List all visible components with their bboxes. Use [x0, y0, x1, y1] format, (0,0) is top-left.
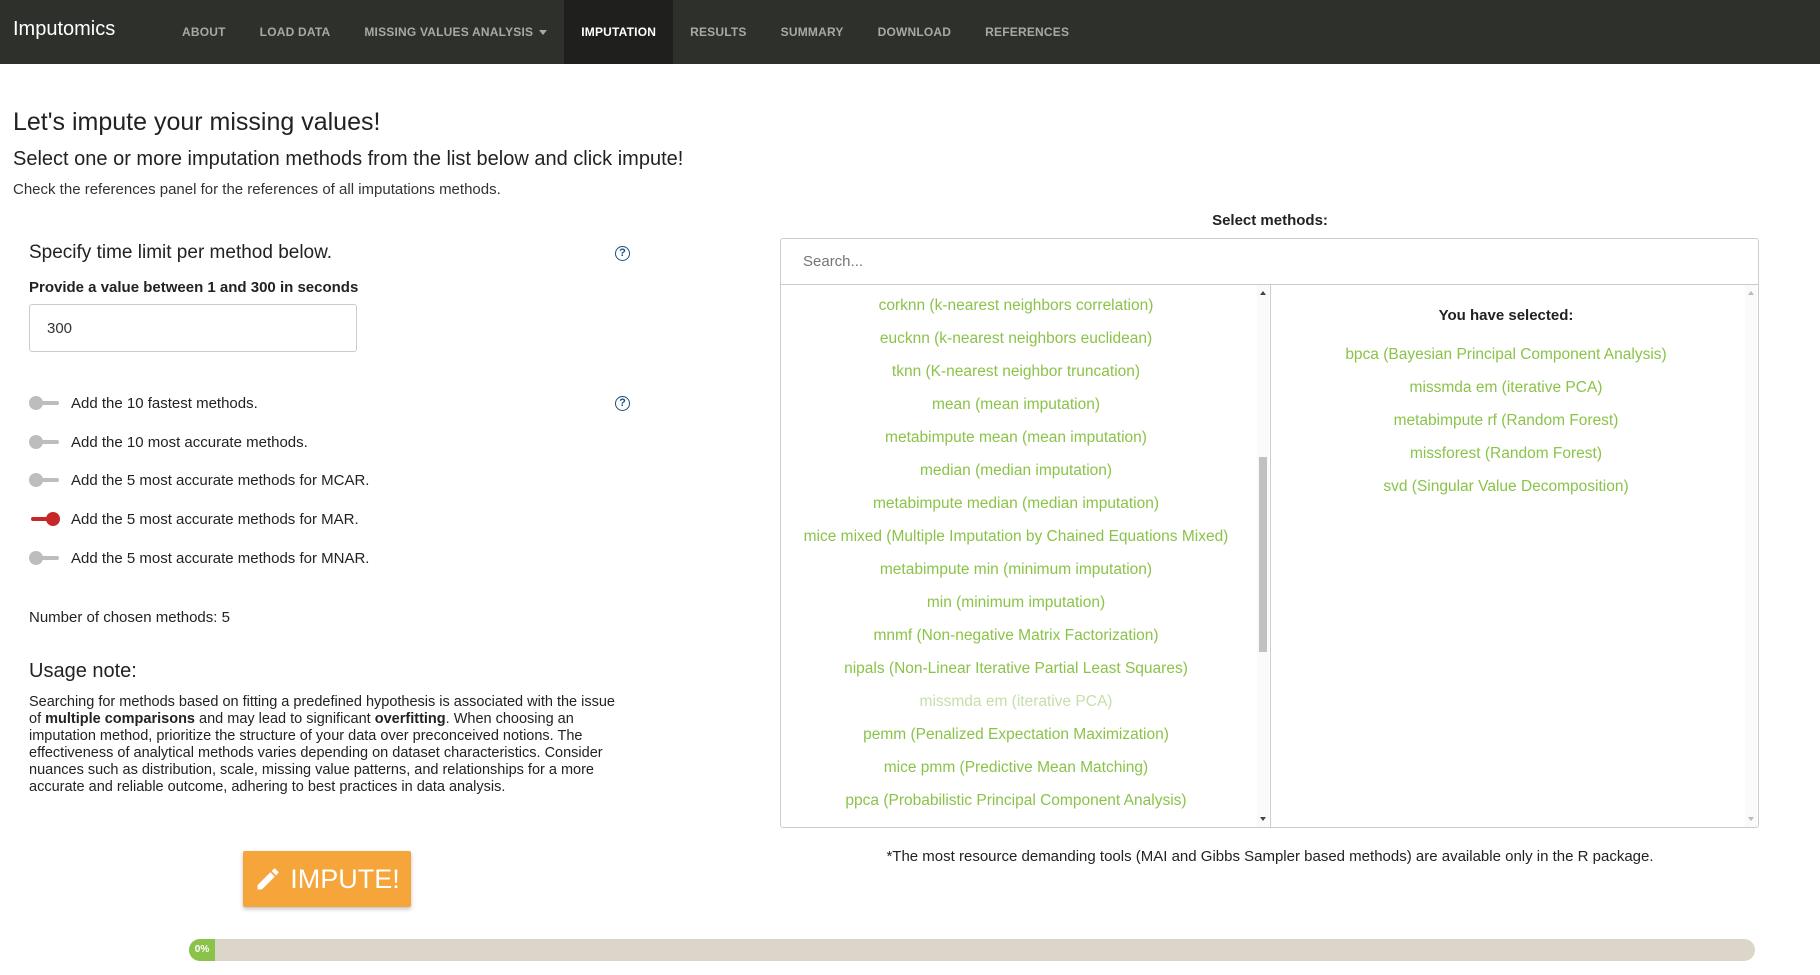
- scroll-up-icon[interactable]: [1260, 291, 1266, 295]
- time-limit-title: Specify time limit per method below.: [29, 242, 333, 263]
- nav-label: DOWNLOAD: [877, 25, 952, 39]
- pencil-icon: [257, 868, 279, 890]
- nav-label: LOAD DATA: [259, 25, 331, 39]
- impute-button-label: IMPUTE!: [290, 863, 400, 894]
- selected-item[interactable]: bpca (Bayesian Principal Component Analy…: [1271, 346, 1741, 364]
- switch-label: Add the 5 most accurate methods for MNAR…: [71, 549, 370, 567]
- nav-item-about[interactable]: ABOUT: [165, 0, 243, 64]
- switch-accurate-10[interactable]: Add the 10 most accurate methods.: [29, 433, 308, 451]
- method-multiselect: corknn (k-nearest neighbors correlation)…: [780, 238, 1759, 828]
- nav-label: IMPUTATION: [581, 25, 657, 39]
- switch-label: Add the 10 most accurate methods.: [71, 433, 308, 451]
- navbar: Imputomics ABOUT LOAD DATA MISSING VALUE…: [0, 0, 1820, 64]
- usage-note-text: Searching for methods based on fitting a…: [29, 694, 615, 795]
- list-item[interactable]: corknn (k-nearest neighbors correlation): [781, 297, 1251, 315]
- list-item[interactable]: metabimpute mean (mean imputation): [781, 429, 1251, 447]
- toggle-switch[interactable]: [29, 433, 61, 451]
- help-icon[interactable]: ?: [615, 246, 630, 261]
- selected-item[interactable]: missforest (Random Forest): [1271, 445, 1741, 463]
- nav-label: MISSING VALUES ANALYSIS: [364, 25, 534, 39]
- selected-item[interactable]: svd (Singular Value Decomposition): [1271, 478, 1741, 496]
- brand-logo[interactable]: Imputomics: [13, 18, 115, 41]
- scroll-up-icon[interactable]: [1748, 291, 1754, 295]
- list-item[interactable]: median (median imputation): [781, 462, 1251, 480]
- selected-list-scrollbar[interactable]: [1745, 285, 1757, 827]
- list-item[interactable]: mice pmm (Predictive Mean Matching): [781, 759, 1251, 777]
- scrollbar-thumb[interactable]: [1259, 457, 1267, 652]
- progress-bar: 0%: [189, 939, 1755, 961]
- list-item[interactable]: metabimpute median (median imputation): [781, 495, 1251, 513]
- scroll-down-icon[interactable]: [1748, 817, 1754, 821]
- list-item[interactable]: mean (mean imputation): [781, 396, 1251, 414]
- list-item[interactable]: ppca (Probabilistic Principal Component …: [781, 792, 1251, 810]
- nav-item-missing-values-analysis[interactable]: MISSING VALUES ANALYSIS: [347, 0, 564, 64]
- nav-item-results[interactable]: RESULTS: [673, 0, 764, 64]
- switch-label: Add the 5 most accurate methods for MCAR…: [71, 471, 370, 489]
- caret-down-icon: [539, 29, 548, 35]
- toggle-switch[interactable]: [29, 510, 61, 528]
- switch-accurate-mar[interactable]: Add the 5 most accurate methods for MAR.: [29, 510, 359, 528]
- help-icon[interactable]: ?: [615, 396, 630, 411]
- switch-fastest-10[interactable]: Add the 10 fastest methods.: [29, 394, 258, 412]
- nav-label: REFERENCES: [985, 25, 1070, 39]
- nav-item-summary[interactable]: SUMMARY: [764, 0, 861, 64]
- available-methods-list[interactable]: corknn (k-nearest neighbors correlation)…: [781, 285, 1271, 827]
- list-item-disabled: missmda em (iterative PCA): [919, 693, 1113, 710]
- progress-fill: 0%: [189, 939, 215, 961]
- chosen-methods-count: Number of chosen methods: 5: [29, 609, 230, 626]
- page-note: Check the references panel for the refer…: [13, 181, 501, 198]
- scroll-down-icon[interactable]: [1260, 817, 1266, 821]
- time-limit-input[interactable]: [29, 304, 357, 352]
- toggle-switch[interactable]: [29, 394, 61, 412]
- nav-label: ABOUT: [182, 25, 226, 39]
- toggle-switch[interactable]: [29, 471, 61, 489]
- list-item[interactable]: pemm (Penalized Expectation Maximization…: [781, 726, 1251, 744]
- select-methods-label: Select methods:: [1212, 212, 1328, 229]
- usage-note-title: Usage note:: [29, 660, 137, 682]
- list-item[interactable]: nipals (Non-Linear Iterative Partial Lea…: [781, 660, 1251, 678]
- switch-accurate-mnar[interactable]: Add the 5 most accurate methods for MNAR…: [29, 549, 369, 567]
- page-title: Let's impute your missing values!: [13, 108, 381, 136]
- nav-menu: ABOUT LOAD DATA MISSING VALUES ANALYSIS …: [165, 0, 1086, 64]
- nav-label: SUMMARY: [780, 25, 844, 39]
- selected-methods-title: You have selected:: [1438, 307, 1574, 324]
- nav-item-load-data[interactable]: LOAD DATA: [243, 0, 348, 64]
- switch-label: Add the 5 most accurate methods for MAR.: [71, 510, 359, 528]
- nav-item-references[interactable]: REFERENCES: [968, 0, 1086, 64]
- page-subtitle: Select one or more imputation methods fr…: [13, 148, 684, 170]
- list-item[interactable]: metabimpute min (minimum imputation): [781, 561, 1251, 579]
- list-item[interactable]: mnmf (Non-negative Matrix Factorization): [781, 627, 1251, 645]
- selected-methods-list[interactable]: You have selected: bpca (Bayesian Princi…: [1271, 285, 1758, 827]
- footnote: *The most resource demanding tools (MAI …: [886, 848, 1654, 865]
- nav-item-imputation[interactable]: IMPUTATION: [564, 0, 674, 64]
- time-limit-label: Provide a value between 1 and 300 in sec…: [29, 279, 359, 296]
- selected-item[interactable]: missmda em (iterative PCA): [1271, 379, 1741, 397]
- list-item[interactable]: min (minimum imputation): [781, 594, 1251, 612]
- toggle-switch[interactable]: [29, 549, 61, 567]
- switch-accurate-mcar[interactable]: Add the 5 most accurate methods for MCAR…: [29, 471, 369, 489]
- switch-label: Add the 10 fastest methods.: [71, 394, 258, 412]
- impute-button[interactable]: IMPUTE!: [243, 851, 411, 907]
- nav-label: RESULTS: [690, 25, 747, 39]
- list-item[interactable]: mice mixed (Multiple Imputation by Chain…: [781, 528, 1251, 546]
- selected-item[interactable]: metabimpute rf (Random Forest): [1271, 412, 1741, 430]
- nav-item-download[interactable]: DOWNLOAD: [861, 0, 969, 64]
- list-item[interactable]: tknn (K-nearest neighbor truncation): [781, 363, 1251, 381]
- method-search-input[interactable]: [781, 239, 1758, 285]
- available-list-scrollbar[interactable]: [1257, 285, 1269, 827]
- list-item[interactable]: eucknn (k-nearest neighbors euclidean): [781, 330, 1251, 348]
